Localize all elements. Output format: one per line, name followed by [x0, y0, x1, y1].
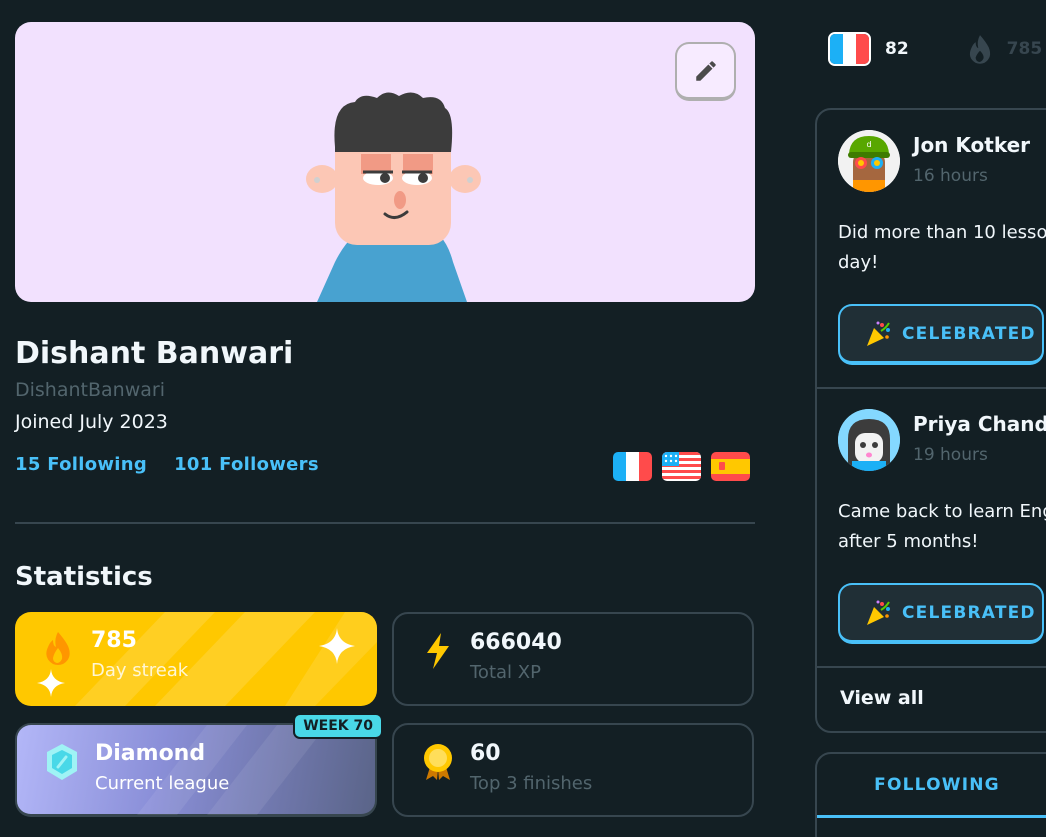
edit-profile-button[interactable]	[675, 42, 736, 101]
user-avatar	[306, 92, 481, 302]
followers-link[interactable]: 101 Followers	[174, 454, 319, 475]
fire-icon	[969, 35, 990, 64]
course-xp-count: 82	[885, 39, 909, 59]
flag-spain-icon[interactable]	[711, 452, 750, 481]
top3-value: 60	[470, 741, 501, 766]
profile-banner	[15, 22, 755, 302]
tab-following[interactable]: FOLLOWING	[817, 754, 1046, 818]
celebrated-button[interactable]: CELEBRATED	[838, 583, 1044, 644]
view-all-link[interactable]: View all	[840, 687, 924, 709]
flag-usa-icon[interactable]	[662, 452, 701, 481]
svg-text:d: d	[866, 140, 871, 149]
feed-message-line: after 5 months!	[838, 531, 979, 552]
gem-icon	[47, 744, 77, 780]
profile-joined-date: Joined July 2023	[15, 411, 168, 433]
feed-item: Priya Chand 19 hours Came back to learn …	[817, 389, 1046, 667]
pencil-icon	[695, 60, 716, 81]
feed-divider	[817, 666, 1046, 668]
total-xp-card[interactable]: 666040 Total XP	[392, 612, 754, 706]
week-badge: WEEK 70	[293, 713, 383, 739]
celebrated-button[interactable]: CELEBRATED	[838, 304, 1044, 365]
section-divider	[15, 522, 755, 524]
streak-count: 785	[1006, 39, 1043, 59]
party-popper-icon	[867, 321, 890, 346]
party-popper-icon	[867, 600, 890, 625]
feed-timestamp: 19 hours	[913, 445, 988, 465]
profile-display-name: Dishant Banwari	[15, 336, 294, 371]
league-label: Current league	[95, 773, 230, 794]
following-link[interactable]: 15 Following	[15, 454, 147, 475]
streak-value: 785	[91, 628, 137, 653]
streak-label: Day streak	[91, 660, 189, 681]
feed-user-name[interactable]: Priya Chand	[913, 412, 1046, 436]
feed-timestamp: 16 hours	[913, 166, 988, 186]
follow-stats: 15 Following 101 Followers	[15, 454, 319, 475]
feed-message-line: Came back to learn Eng	[838, 501, 1046, 522]
league-value: Diamond	[95, 741, 206, 766]
top3-label: Top 3 finishes	[470, 773, 593, 794]
flag-france-icon[interactable]	[828, 32, 871, 66]
current-league-card[interactable]: Diamond Current league WEEK 70	[15, 713, 383, 817]
day-streak-card[interactable]: 785 Day streak	[15, 612, 377, 706]
feed-message-line: day!	[838, 252, 879, 273]
profile-username: DishantBanwari	[15, 379, 165, 401]
follow-tabs: FOLLOWING	[815, 752, 1046, 837]
fire-icon	[46, 632, 70, 665]
avatar[interactable]: d	[838, 130, 900, 192]
feed-message-line: Did more than 10 lesso	[838, 222, 1046, 243]
feed-user-name[interactable]: Jon Kotker	[913, 133, 1030, 157]
celebrated-label: CELEBRATED	[902, 602, 1036, 623]
avatar[interactable]	[838, 409, 900, 471]
xp-value: 666040	[470, 630, 562, 655]
sparkle-icon	[37, 669, 65, 697]
top-status-bar: 82 785	[828, 32, 1042, 66]
sparkle-icon	[319, 628, 355, 664]
language-flags	[613, 452, 750, 481]
lightning-icon	[427, 633, 449, 669]
medal-icon	[424, 744, 452, 780]
xp-label: Total XP	[470, 662, 541, 683]
top3-finishes-card[interactable]: 60 Top 3 finishes	[392, 723, 754, 817]
activity-feed: d Jon Kotker 16 hours Did more than 10 l…	[815, 108, 1046, 733]
celebrated-label: CELEBRATED	[902, 323, 1036, 344]
feed-item: d Jon Kotker 16 hours Did more than 10 l…	[817, 110, 1046, 388]
flag-france-icon[interactable]	[613, 452, 652, 481]
statistics-heading: Statistics	[15, 562, 153, 592]
